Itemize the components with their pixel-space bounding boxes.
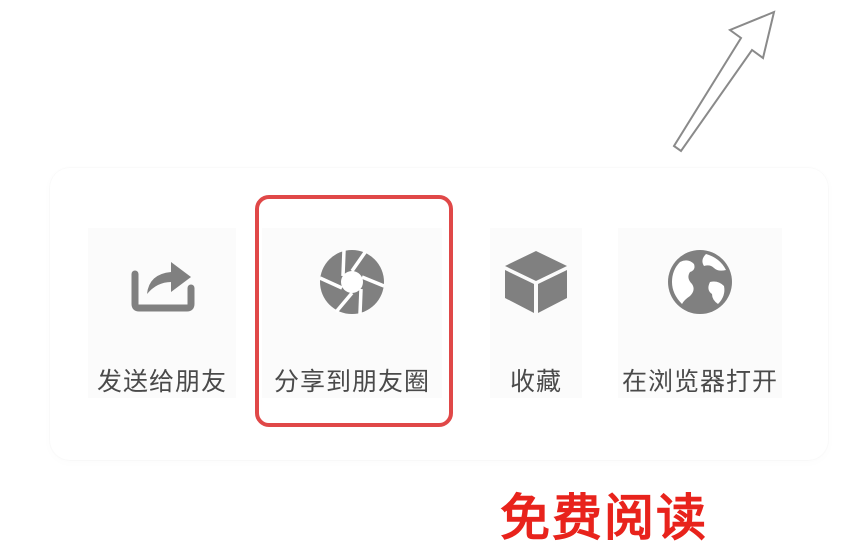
favorite-label: 收藏	[509, 367, 562, 396]
favorite-button[interactable]: 收藏	[490, 228, 582, 398]
up-right-arrow-icon	[672, 10, 776, 153]
screenshot-stage: 发送给朋友 分享到朋友圈 收藏 在浏览器打开 免费阅读	[0, 0, 860, 545]
share-forward-icon	[126, 248, 198, 316]
favorite-cube-icon	[500, 248, 572, 316]
open-in-browser-button[interactable]: 在浏览器打开	[618, 228, 782, 398]
free-read-promo-text: 免费阅读	[500, 489, 708, 545]
send-to-friend-label: 发送给朋友	[96, 367, 227, 396]
globe-icon	[664, 248, 736, 316]
send-to-friend-button[interactable]: 发送给朋友	[88, 228, 236, 398]
moments-highlight-box	[255, 195, 453, 427]
open-in-browser-label: 在浏览器打开	[621, 367, 778, 396]
